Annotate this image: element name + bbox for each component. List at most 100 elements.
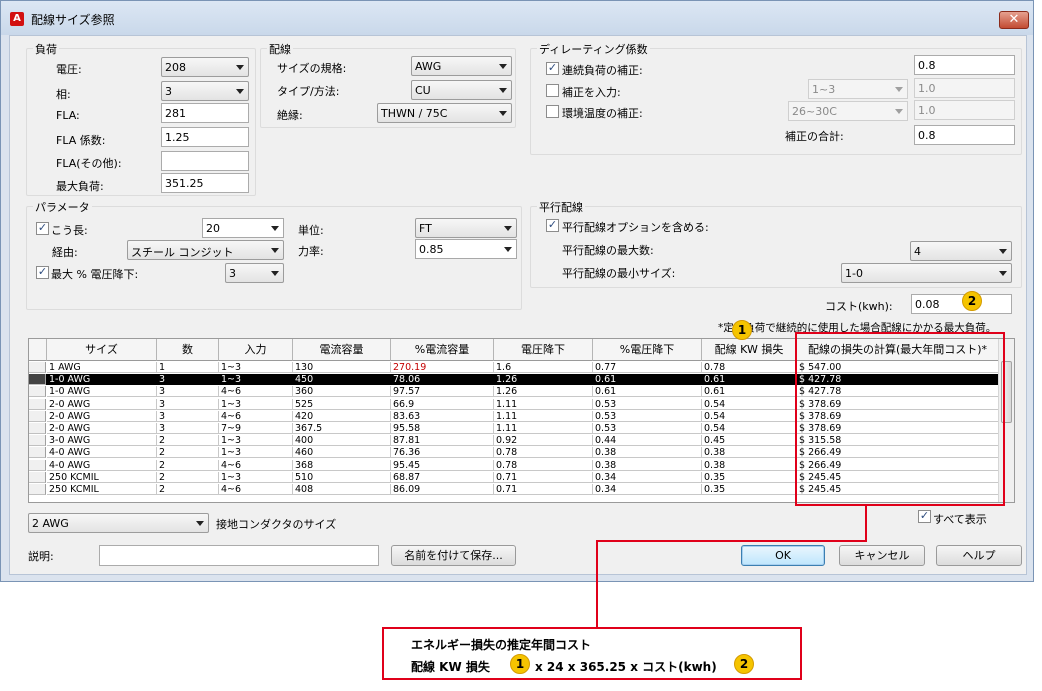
row-header[interactable] xyxy=(29,374,46,386)
max-load-input[interactable]: 351.25 xyxy=(161,173,249,193)
correction-label: 補正を入力: xyxy=(562,86,621,99)
column-header[interactable]: 配線 KW 損失 xyxy=(702,339,797,361)
column-header[interactable]: サイズ xyxy=(47,339,157,361)
row-header[interactable] xyxy=(29,471,46,483)
table-cell: 0.38 xyxy=(593,447,702,459)
parallel-include-label: 平行配線オプションを含める: xyxy=(562,221,709,234)
save-as-button[interactable]: 名前を付けて保存... xyxy=(391,545,516,566)
unit-combo[interactable]: FT xyxy=(415,218,517,238)
table-cell: 1~3 xyxy=(219,435,293,447)
cancel-button[interactable]: キャンセル xyxy=(839,545,925,566)
correction-combo-value: 1~3 xyxy=(812,83,836,96)
derating-group-title: ディレーティング係数 xyxy=(537,41,650,57)
chevron-down-icon xyxy=(504,226,512,231)
parallel-max-combo[interactable]: 4 xyxy=(910,241,1012,261)
ambient-combo[interactable]: 26~30C xyxy=(788,101,908,121)
phase-label: 相: xyxy=(56,88,71,101)
table-cell: 367.5 xyxy=(293,423,391,434)
parallel-min-combo[interactable]: 1-0 xyxy=(841,263,1012,283)
row-header[interactable] xyxy=(29,410,46,422)
length-label: こう長: xyxy=(51,224,88,237)
chevron-down-icon xyxy=(895,109,903,114)
continuous-checkbox[interactable]: ✓ xyxy=(546,62,559,75)
row-header[interactable] xyxy=(29,447,46,459)
total-input[interactable]: 0.8 xyxy=(914,125,1015,145)
type-combo[interactable]: CU xyxy=(411,80,512,100)
parallel-max-label: 平行配線の最大数: xyxy=(562,244,654,257)
column-header[interactable]: 数 xyxy=(157,339,219,361)
size-std-combo[interactable]: AWG xyxy=(411,56,512,76)
column-header[interactable]: 電流容量 xyxy=(293,339,391,361)
chevron-down-icon xyxy=(499,64,507,69)
table-cell: 0.45 xyxy=(702,435,797,447)
column-header[interactable]: %電流容量 xyxy=(391,339,494,361)
parallel-include-checkbox[interactable]: ✓ xyxy=(546,219,559,232)
row-header[interactable] xyxy=(29,386,46,398)
insulation-combo[interactable]: THWN / 75C xyxy=(377,103,512,123)
table-cell: 2 xyxy=(157,447,219,459)
vdrop-combo[interactable]: 3 xyxy=(225,263,284,283)
route-combo[interactable]: スチール コンジット xyxy=(127,240,284,260)
max-load-label: 最大負荷: xyxy=(56,180,104,193)
correction-combo[interactable]: 1~3 xyxy=(808,79,908,99)
ambient-input[interactable]: 1.0 xyxy=(914,100,1015,120)
phase-combo[interactable]: 3 xyxy=(161,81,249,101)
table-cell: 368 xyxy=(293,459,391,471)
length-value: 20 xyxy=(206,222,220,235)
title-bar[interactable]: A 配線サイズ参照 ✕ xyxy=(1,1,1033,35)
table-cell: 250 KCMIL xyxy=(47,484,157,495)
table-cell: 0.61 xyxy=(593,374,702,386)
voltage-value: 208 xyxy=(165,61,186,74)
table-cell: 0.78 xyxy=(494,459,593,471)
pf-combo[interactable]: 0.85 xyxy=(415,239,517,259)
length-combo[interactable]: 20 xyxy=(202,218,284,238)
row-header[interactable] xyxy=(29,423,46,434)
row-header[interactable] xyxy=(29,484,46,495)
fla-factor-input[interactable]: 1.25 xyxy=(161,127,249,147)
column-header[interactable]: 電圧降下 xyxy=(494,339,593,361)
continuous-input[interactable]: 0.8 xyxy=(914,55,1015,75)
table-cell: 78.06 xyxy=(391,374,494,386)
ambient-label: 環境温度の補正: xyxy=(562,107,643,120)
table-cell: 0.54 xyxy=(702,410,797,422)
help-button[interactable]: ヘルプ xyxy=(936,545,1022,566)
table-cell: 1~3 xyxy=(219,398,293,410)
fla-input[interactable]: 281 xyxy=(161,103,249,123)
window-title: 配線サイズ参照 xyxy=(31,13,115,27)
row-header[interactable] xyxy=(29,362,46,373)
vdrop-checkbox[interactable]: ✓ xyxy=(36,266,49,279)
table-cell: 0.78 xyxy=(702,362,797,373)
column-header[interactable]: %電圧降下 xyxy=(593,339,702,361)
ambient-checkbox[interactable] xyxy=(546,105,559,118)
table-cell: 3-0 AWG xyxy=(47,435,157,447)
length-checkbox[interactable]: ✓ xyxy=(36,222,49,235)
table-cell: 3 xyxy=(157,386,219,398)
row-header[interactable] xyxy=(29,435,46,447)
row-header[interactable] xyxy=(29,398,46,410)
table-cell: 0.61 xyxy=(593,386,702,398)
table-cell: 0.38 xyxy=(593,459,702,471)
callout-title: エネルギー損失の推定年間コスト xyxy=(411,638,592,652)
table-cell: 2 xyxy=(157,471,219,483)
chevron-down-icon xyxy=(196,521,204,526)
size-std-value: AWG xyxy=(415,60,442,73)
close-button[interactable]: ✕ xyxy=(999,11,1029,29)
ground-combo[interactable]: 2 AWG xyxy=(28,513,209,533)
row-header[interactable] xyxy=(29,459,46,471)
table-cell: 408 xyxy=(293,484,391,495)
description-input[interactable] xyxy=(99,545,379,566)
voltage-combo[interactable]: 208 xyxy=(161,57,249,77)
column-header[interactable]: 入力 xyxy=(219,339,293,361)
table-cell: 1 AWG xyxy=(47,362,157,373)
correction-input[interactable]: 1.0 xyxy=(914,78,1015,98)
table-cell: 4-0 AWG xyxy=(47,447,157,459)
ok-button[interactable]: OK xyxy=(741,545,825,566)
grid-corner-header xyxy=(29,339,47,361)
correction-checkbox[interactable] xyxy=(546,84,559,97)
chevron-down-icon xyxy=(895,87,903,92)
cost-label: コスト(kwh): xyxy=(825,300,893,313)
table-cell: 0.38 xyxy=(702,459,797,471)
show-all-checkbox[interactable]: ✓ xyxy=(918,510,931,523)
table-cell: 68.87 xyxy=(391,471,494,483)
fla-other-input[interactable] xyxy=(161,151,249,171)
